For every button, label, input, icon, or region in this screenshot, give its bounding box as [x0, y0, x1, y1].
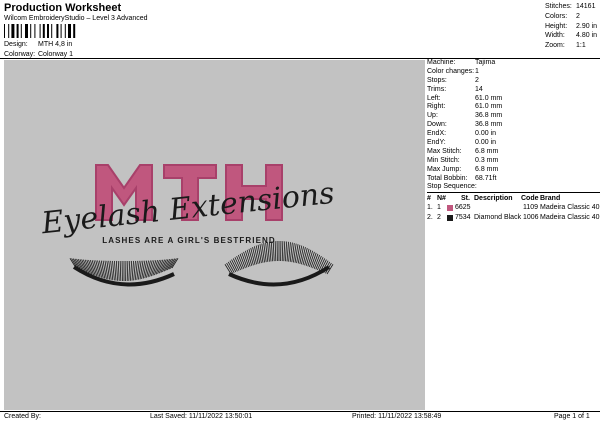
stop-row: 2. 2 7534 Diamond Black 1006 Madeira Cla…	[427, 214, 600, 222]
page-number: Page 1 of 1	[554, 413, 590, 420]
colorway-value: Colorway 1	[38, 51, 74, 58]
color-swatch-1	[447, 205, 453, 212]
stat-stitches: Stitches: 14161	[545, 3, 596, 10]
design-artwork: Eyelash Extensions LASHES ARE A GIRL'S B…	[39, 164, 336, 287]
spec-max-jump: Max Jump: 6.8 mm	[427, 165, 499, 173]
spec-machine: Machine: Tajima	[427, 59, 496, 66]
summary-stats: Stitches: 14161 Colors: 2 Height: 2.90 in W…	[545, 3, 598, 52]
color-swatch-2	[447, 215, 453, 222]
created-by: Created By:	[4, 413, 41, 420]
design-preview: Eyelash Extensions LASHES ARE A GIRL'S B…	[4, 60, 425, 410]
spec-down: Down: 36.8 mm	[427, 121, 503, 129]
stop-table-header: # N# St. Description Code Brand	[427, 195, 561, 203]
printed-date: Printed: 11/11/2022 13:58:49	[352, 413, 442, 420]
spec-trims: Trims: 14	[427, 85, 483, 93]
spec-left: Left: 61.0 mm	[427, 94, 503, 102]
design-label: Design:	[4, 41, 28, 48]
stat-zoom: Zoom: 1:1	[545, 42, 586, 50]
spec-min-stitch: Min Stitch: 0.3 mm	[427, 156, 499, 164]
last-saved: Last Saved: 11/11/2022 13:50:01	[150, 413, 253, 420]
stop-sequence-divider	[427, 192, 600, 194]
stop-row: 1. 1 6625 1109 Madeira Classic 40	[427, 204, 600, 212]
right-eyelash	[224, 241, 334, 287]
colorway-field: Colorway: Colorway 1	[4, 51, 73, 58]
specs-panel: Machine: Tajima Color changes: 1 Stops: 2 T…	[427, 59, 600, 224]
footer-divider	[0, 411, 600, 412]
spec-right: Right: 61.0 mm	[427, 103, 503, 111]
spec-color-changes: Color changes: 1	[427, 67, 479, 75]
stat-height: Height: 2.90 in	[545, 22, 598, 30]
colorway-label: Colorway:	[4, 51, 36, 58]
barcode	[4, 24, 76, 38]
stat-width: Width: 4.80 in	[545, 32, 598, 40]
spec-endx: EndX: 0.00 in	[427, 130, 497, 138]
tagline-text: LASHES ARE A GIRL'S BESTFRIEND	[102, 236, 276, 245]
design-value: MTH 4,8 in	[38, 41, 73, 48]
design-field: Design: MTH 4,8 in	[4, 41, 72, 48]
spec-total-bobbin: Total Bobbin: 68.71ft	[427, 174, 497, 182]
spec-endy: EndY: 0.00 in	[427, 139, 497, 147]
spec-up: Up: 36.8 mm	[427, 112, 503, 120]
software-name: Wilcom EmbroideryStudio – Level 3 Advanc…	[4, 15, 148, 22]
stop-sequence-label: Stop Sequence:	[427, 183, 477, 191]
worksheet-title: Production Worksheet	[4, 2, 122, 14]
left-eyelash	[69, 258, 179, 287]
spec-max-stitch: Max Stitch: 6.8 mm	[427, 147, 499, 155]
stat-colors: Colors: 2	[545, 12, 580, 20]
spec-stops: Stops: 2	[427, 76, 479, 84]
